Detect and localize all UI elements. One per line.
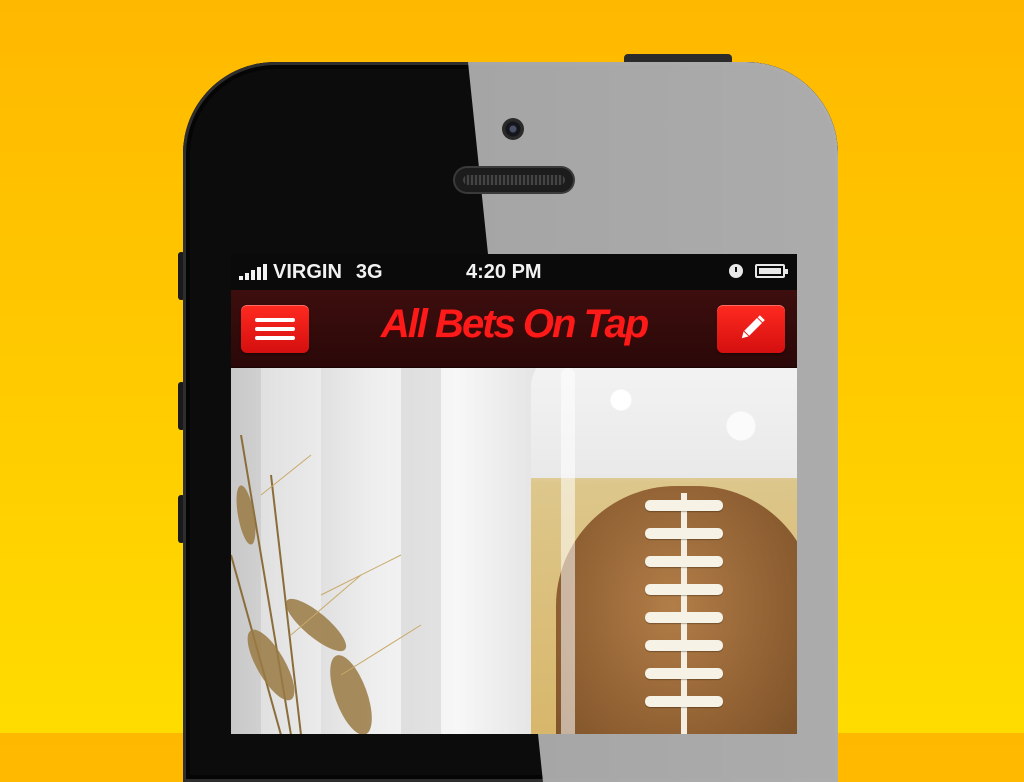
front-camera-icon xyxy=(502,118,524,140)
signal-bars-icon xyxy=(239,264,267,280)
wheat-stalks xyxy=(231,435,422,734)
status-bar: VIRGIN 3G 4:20 PM xyxy=(231,254,797,290)
network-type: 3G xyxy=(355,260,383,283)
hero-image xyxy=(231,368,797,734)
battery-icon xyxy=(755,264,788,278)
compose-button[interactable] xyxy=(717,305,785,353)
status-time: 4:20 PM xyxy=(466,260,542,283)
clock-icon xyxy=(729,264,743,278)
app-screen: VIRGIN 3G 4:20 PM All Bets On Tap xyxy=(231,254,797,734)
nav-bar: All Bets On Tap xyxy=(231,290,797,368)
pencil-icon xyxy=(741,315,765,339)
earpiece-speaker xyxy=(455,168,573,192)
app-title: All Bets On Tap xyxy=(380,302,649,346)
carrier-name: VIRGIN xyxy=(273,260,342,283)
